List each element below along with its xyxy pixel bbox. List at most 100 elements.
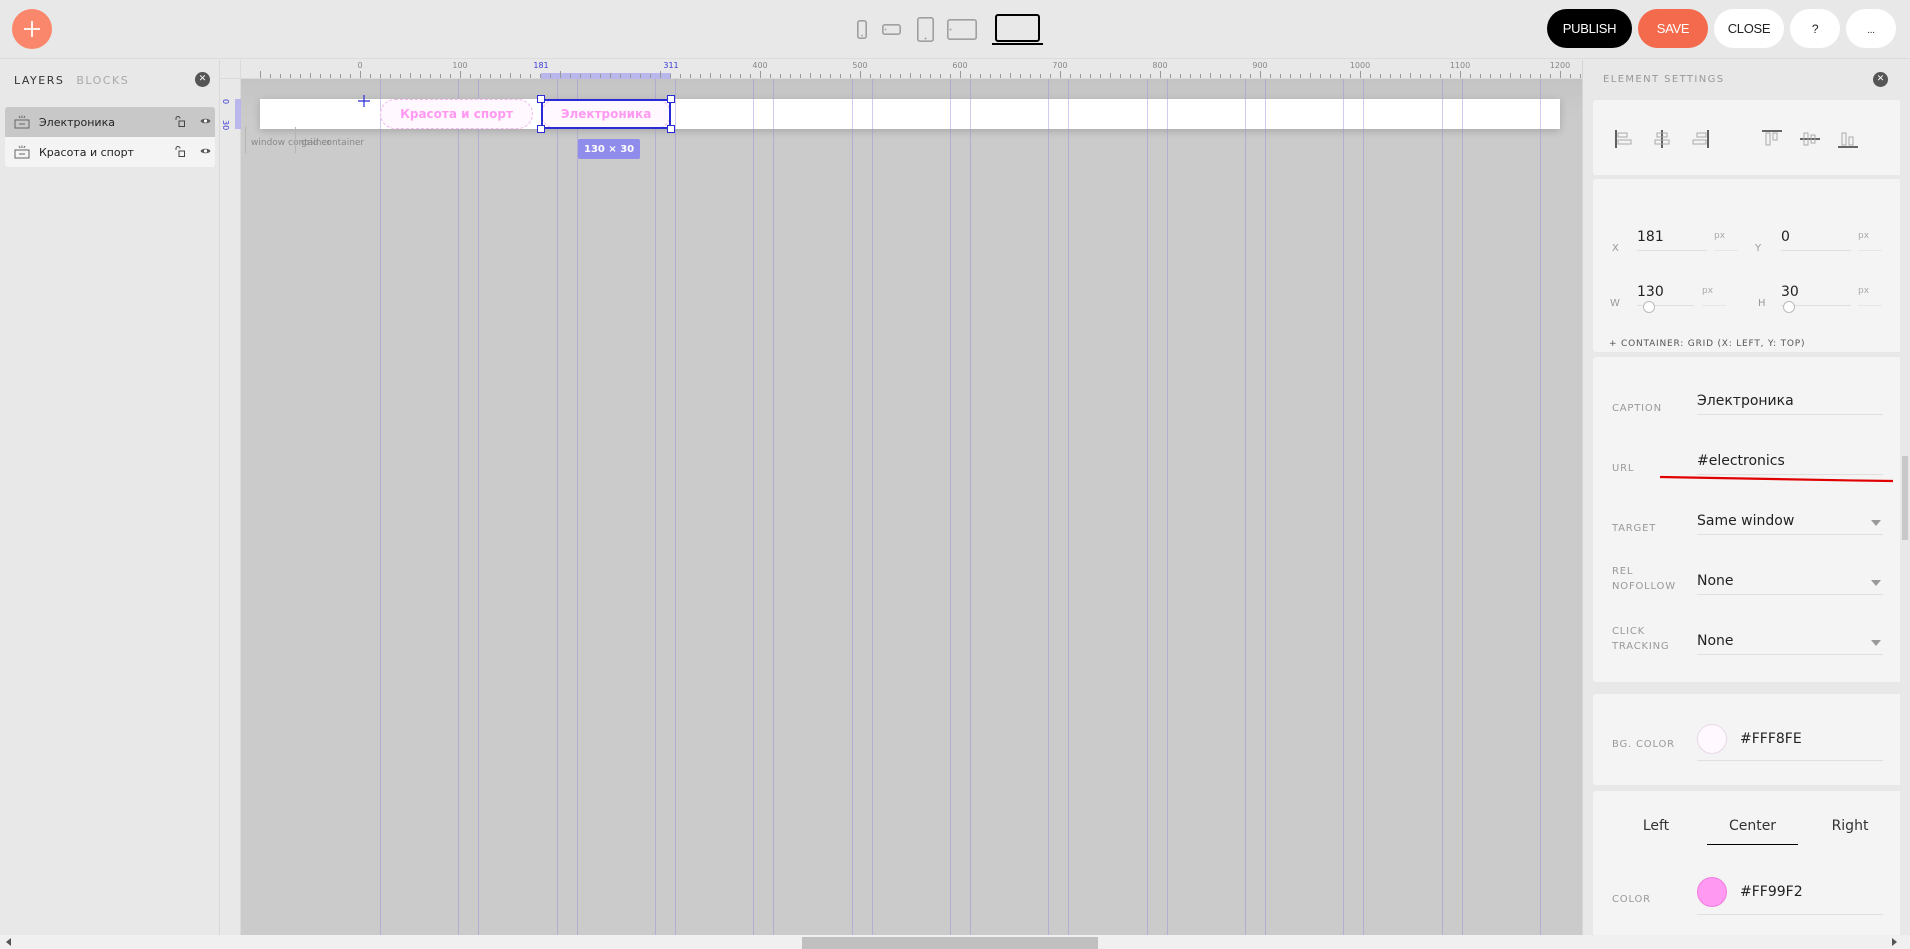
ruler-tick	[850, 74, 851, 78]
rel-nofollow-select[interactable]: None	[1697, 571, 1883, 595]
tab-layers[interactable]: LAYERS	[14, 74, 64, 87]
ruler-tick	[910, 73, 911, 78]
ruler-tick	[490, 74, 491, 78]
help-button[interactable]: ?	[1790, 9, 1840, 48]
ruler-tick	[540, 74, 541, 78]
device-tablet-portrait[interactable]	[908, 12, 942, 46]
settings-scroll-thumb[interactable]	[1902, 456, 1908, 540]
ruler-tick	[1320, 74, 1321, 78]
ruler-tick	[530, 74, 531, 78]
eye-icon[interactable]	[200, 147, 211, 155]
text-align-left-tab[interactable]: Left	[1621, 818, 1691, 844]
bg-color-swatch[interactable]	[1697, 724, 1727, 754]
ruler-label: 100	[452, 61, 468, 70]
artboard[interactable]: window container grid container Красота …	[241, 79, 1582, 935]
x-input[interactable]: 181	[1637, 227, 1707, 251]
ruler-tick	[1060, 71, 1061, 78]
text-color-swatch[interactable]	[1697, 877, 1727, 907]
ruler-tick	[400, 74, 401, 78]
grid-column-line	[557, 79, 558, 935]
link-settings-card: CAPTION Электроника URL #electronics TAR…	[1593, 357, 1903, 682]
grid-column-line	[1265, 79, 1266, 935]
bg-color-value[interactable]: #FFF8FE	[1740, 731, 1802, 747]
grid-column-line	[675, 79, 676, 935]
caption-input[interactable]: Электроника	[1697, 391, 1883, 415]
more-button[interactable]: ...	[1846, 9, 1896, 48]
width-slider-handle[interactable]	[1643, 301, 1655, 313]
ruler-tick	[450, 74, 451, 78]
align-center-button[interactable]	[1643, 130, 1681, 148]
settings-vertical-scrollbar[interactable]	[1900, 60, 1910, 935]
container-label-grid: grid container	[295, 127, 364, 153]
container-settings-link[interactable]: + CONTAINER: GRID (X: LEFT, Y: TOP)	[1609, 339, 1805, 349]
save-button[interactable]: SAVE	[1638, 9, 1708, 48]
height-slider-handle[interactable]	[1783, 301, 1795, 313]
horizontal-scroll-thumb[interactable]	[802, 937, 1098, 949]
ruler-tick	[460, 71, 461, 78]
ruler-tick	[950, 74, 951, 78]
eye-icon[interactable]	[200, 117, 211, 125]
align-top-button[interactable]	[1753, 130, 1791, 148]
click-tracking-select[interactable]: None	[1697, 631, 1883, 655]
close-button[interactable]: CLOSE	[1714, 9, 1784, 48]
url-input[interactable]: #electronics	[1697, 451, 1883, 475]
button-element-electronics[interactable]: Электроника	[541, 99, 671, 129]
ruler-label: 700	[1052, 61, 1068, 70]
close-settings-icon[interactable]: ✕	[1873, 72, 1888, 87]
align-left-button[interactable]	[1605, 130, 1643, 148]
align-middle-vertical-icon	[1800, 132, 1820, 146]
y-input[interactable]: 0	[1781, 227, 1851, 251]
grid-column-line	[753, 79, 754, 935]
ruler-tick	[830, 74, 831, 78]
rel-nofollow-label: REL NOFOLLOW	[1612, 564, 1676, 594]
unlock-icon[interactable]	[175, 146, 185, 157]
text-color-value[interactable]: #FF99F2	[1740, 884, 1803, 900]
unlock-icon[interactable]	[175, 116, 185, 127]
resize-handle-top-right[interactable]	[667, 95, 675, 103]
device-tablet-landscape[interactable]	[942, 12, 982, 46]
text-style-card: Left Center Right COLOR #FF99F2	[1593, 791, 1903, 935]
align-middle-button[interactable]	[1791, 130, 1829, 148]
rel-label-line1: REL	[1612, 566, 1634, 577]
layer-item[interactable]: Электроника	[5, 107, 215, 137]
ruler-left[interactable]: 0 30	[220, 79, 241, 935]
device-mobile-portrait[interactable]	[850, 12, 874, 46]
close-panel-icon[interactable]: ✕	[195, 72, 210, 87]
resize-handle-bottom-left[interactable]	[537, 125, 545, 133]
phone-portrait-icon	[857, 19, 867, 39]
scroll-left-arrow-icon[interactable]	[6, 938, 11, 946]
ruler-top[interactable]: 0 100 181 311 400 500 600 700 800 900 1000 1100 1200	[241, 60, 1582, 79]
resize-handle-top-left[interactable]	[537, 95, 545, 103]
text-align-center-tab[interactable]: Center	[1707, 818, 1798, 845]
grid-column-line	[1363, 79, 1364, 935]
layer-item[interactable]: Красота и спорт	[5, 137, 215, 167]
ruler-tick	[1010, 73, 1011, 78]
ruler-tick	[1020, 74, 1021, 78]
ruler-tick	[270, 74, 271, 78]
ruler-tick	[1260, 71, 1261, 78]
horizontal-scrollbar[interactable]	[0, 935, 1910, 949]
ruler-label: 400	[752, 61, 768, 70]
resize-handle-bottom-right[interactable]	[667, 125, 675, 133]
device-mobile-landscape[interactable]	[874, 12, 908, 46]
target-select[interactable]: Same window	[1697, 511, 1883, 535]
align-right-button[interactable]	[1681, 130, 1719, 148]
ruler-tick	[350, 74, 351, 78]
tab-blocks[interactable]: BLOCKS	[76, 74, 129, 87]
rel-nofollow-value: None	[1697, 573, 1734, 589]
button-element-beauty-sport[interactable]: Красота и спорт	[380, 99, 533, 129]
grid-origin-crosshair-icon	[358, 95, 370, 107]
scroll-right-arrow-icon[interactable]	[1892, 938, 1897, 946]
target-label: TARGET	[1612, 523, 1657, 534]
align-bottom-button[interactable]	[1829, 130, 1867, 148]
ruler-tick	[1130, 74, 1131, 78]
publish-button[interactable]: PUBLISH	[1547, 9, 1632, 48]
add-block-button[interactable]	[12, 9, 52, 49]
ruler-tick	[1520, 74, 1521, 78]
device-desktop[interactable]	[988, 12, 1048, 46]
ruler-tick	[730, 74, 731, 78]
ruler-tick	[1140, 74, 1141, 78]
ruler-tick	[890, 74, 891, 78]
text-align-right-tab[interactable]: Right	[1815, 818, 1885, 844]
w-label: W	[1610, 298, 1621, 309]
